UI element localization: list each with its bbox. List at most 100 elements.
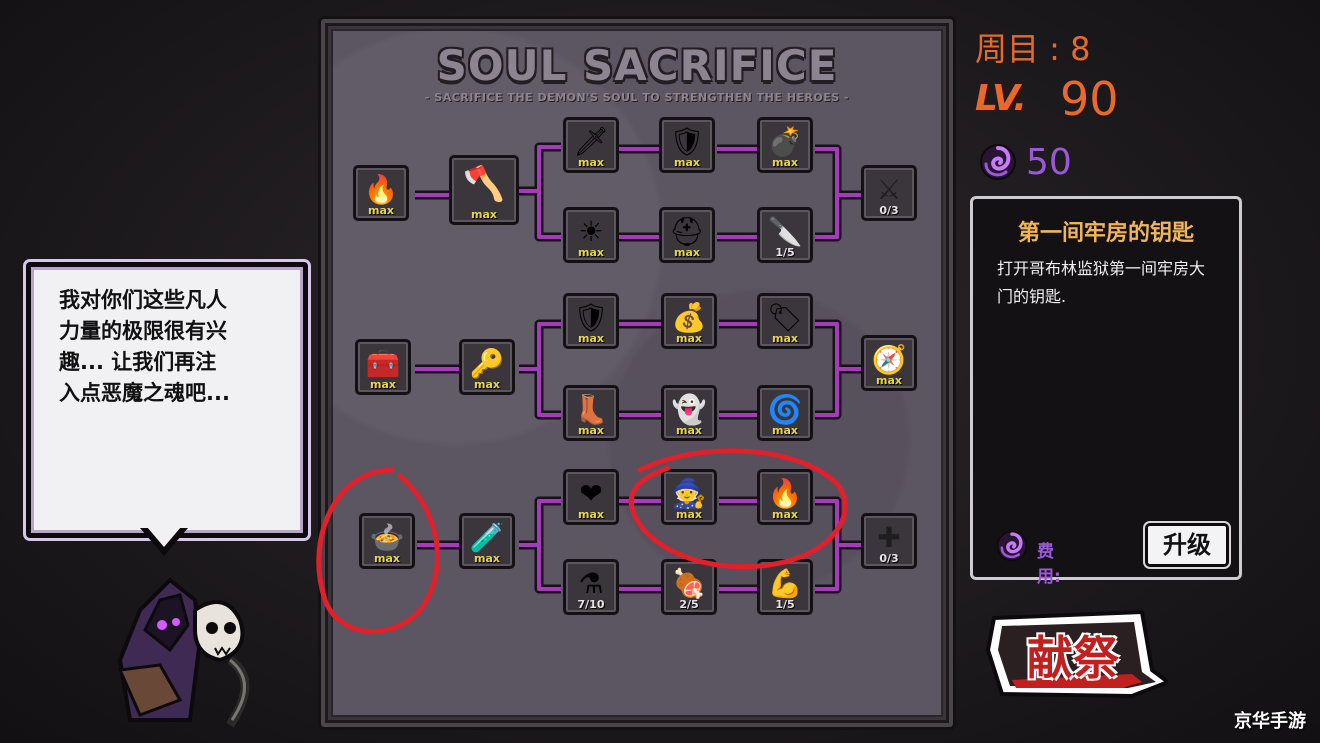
skill-node-compass[interactable]: 🧭 max bbox=[861, 335, 917, 391]
soul-sacrifice-board: SOUL SACRIFICE - SACRIFICE THE DEMON'S S… bbox=[318, 16, 956, 730]
cost-label: 费用: bbox=[1037, 542, 1061, 587]
anvil-icon: 🔥 bbox=[363, 173, 399, 206]
skill-node-hooded-figure[interactable]: 🧙 max bbox=[661, 469, 717, 525]
soul-count: 50 bbox=[1026, 142, 1072, 183]
speech-line: 入点恶魔之魂吧... bbox=[59, 381, 230, 405]
speech-line: 我对你们这些凡人 bbox=[59, 288, 227, 312]
compass-icon: 🧭 bbox=[871, 343, 907, 376]
chest-icon: 🧰 bbox=[365, 347, 401, 380]
golden-flame-icon: 🔥 bbox=[767, 477, 803, 510]
sun-up-icon: ☀ bbox=[578, 215, 604, 248]
skill-level: 2/5 bbox=[679, 598, 699, 611]
skill-level: max bbox=[674, 246, 700, 259]
arm-bandage-icon: 💪 bbox=[767, 567, 803, 600]
skill-node-helmet[interactable]: ⛑ max bbox=[659, 207, 715, 263]
skill-level: max bbox=[772, 156, 798, 169]
skill-level: max bbox=[471, 208, 497, 221]
watermark: 京华手游 bbox=[1234, 711, 1306, 732]
wand-icon: 🧪 bbox=[469, 521, 505, 554]
level-value: 90 bbox=[1060, 72, 1119, 126]
skill-node-golden-flame[interactable]: 🔥 max bbox=[757, 469, 813, 525]
bomb-icon: 💣 bbox=[767, 125, 803, 158]
skill-level: max bbox=[474, 552, 500, 565]
skill-node-axe[interactable]: 🪓 max bbox=[449, 155, 519, 225]
skill-level: max bbox=[772, 332, 798, 345]
upgrade-button[interactable]: 升级 bbox=[1145, 523, 1229, 567]
sword-up-icon: 🗡 bbox=[573, 125, 609, 158]
skill-level: 1/5 bbox=[775, 246, 795, 259]
axe-icon: 🪓 bbox=[462, 164, 506, 204]
treasure-icon: 💰 bbox=[671, 301, 707, 334]
skill-level: 0/3 bbox=[879, 204, 899, 217]
skill-level: max bbox=[578, 332, 604, 345]
skill-node-arm-bandage[interactable]: 💪 1/5 bbox=[757, 559, 813, 615]
skill-level: max bbox=[368, 204, 394, 217]
skill-level: max bbox=[578, 424, 604, 437]
skill-level: max bbox=[474, 378, 500, 391]
sacrifice-label: 献祭 bbox=[1027, 631, 1119, 685]
skill-level: max bbox=[578, 508, 604, 521]
skill-level: max bbox=[370, 378, 396, 391]
cost-row: 费用: bbox=[995, 529, 1061, 587]
skill-level: 0/3 bbox=[879, 552, 899, 565]
cauldron-icon: 🍲 bbox=[369, 521, 405, 554]
speech-text: 我对你们这些凡人 力量的极限很有兴 趣... 让我们再注 入点恶魔之魂吧... bbox=[59, 285, 279, 409]
key-icon: 🔑 bbox=[469, 347, 505, 380]
shield-up-icon: 🛡 bbox=[573, 301, 609, 334]
hooded-figure-icon: 🧙 bbox=[671, 477, 707, 510]
skill-node-shield-up[interactable]: 🛡 max bbox=[563, 293, 619, 349]
helmet-icon: ⛑ bbox=[669, 215, 705, 248]
item-title: 第一间牢房的钥匙 bbox=[1017, 221, 1194, 246]
skill-level: 1/5 bbox=[775, 598, 795, 611]
skill-node-ghost[interactable]: 👻 max bbox=[661, 385, 717, 441]
skill-level: 7/10 bbox=[577, 598, 605, 611]
level-prefix: LV. bbox=[975, 78, 1027, 119]
skill-level: max bbox=[374, 552, 400, 565]
skill-level: max bbox=[772, 508, 798, 521]
skill-node-winged-boot[interactable]: 👢 max bbox=[563, 385, 619, 441]
skill-node-treasure[interactable]: 💰 max bbox=[661, 293, 717, 349]
speech-bubble-tail-fill bbox=[147, 527, 181, 547]
demon-character bbox=[117, 577, 250, 728]
sale-icon: 🏷 bbox=[767, 301, 803, 334]
red-potion-icon: ⚗ bbox=[578, 567, 604, 600]
skill-node-sale[interactable]: 🏷 max bbox=[757, 293, 813, 349]
skill-node-dagger[interactable]: 🔪 1/5 bbox=[757, 207, 813, 263]
sacrifice-button[interactable]: 献祭 bbox=[982, 610, 1168, 700]
skill-node-key[interactable]: 🔑 max bbox=[459, 339, 515, 395]
skill-node-knight[interactable]: 🛡 max bbox=[659, 117, 715, 173]
skill-node-crossed-axes[interactable]: ⚔ 0/3 bbox=[861, 165, 917, 221]
dagger-icon: 🔪 bbox=[767, 215, 803, 248]
speech-line: 趣... 让我们再注 bbox=[59, 350, 217, 374]
item-info-panel: 第一间牢房的钥匙 打开哥布林监狱第一间牢房大门的钥匙. 费用: 升级 bbox=[970, 196, 1242, 587]
winged-boot-icon: 👢 bbox=[573, 393, 609, 426]
skill-level: max bbox=[578, 156, 604, 169]
crossed-axes-icon: ⚔ bbox=[876, 173, 902, 206]
soul-currency: 50 bbox=[978, 142, 1072, 186]
cross-icon: ✚ bbox=[877, 521, 901, 554]
knight-icon: 🛡 bbox=[669, 125, 705, 158]
skill-node-cross[interactable]: ✚ 0/3 bbox=[861, 513, 917, 569]
skill-level: max bbox=[674, 156, 700, 169]
skill-node-meat[interactable]: 🍖 2/5 bbox=[661, 559, 717, 615]
round-counter: 周目 : 8 bbox=[975, 30, 1091, 68]
heart-up-icon: ❤ bbox=[579, 477, 603, 510]
skill-node-heart-up[interactable]: ❤ max bbox=[563, 469, 619, 525]
skill-node-wand[interactable]: 🧪 max bbox=[459, 513, 515, 569]
skill-node-bomb[interactable]: 💣 max bbox=[757, 117, 813, 173]
skill-node-anvil[interactable]: 🔥 max bbox=[353, 165, 409, 221]
skill-node-red-potion[interactable]: ⚗ 7/10 bbox=[563, 559, 619, 615]
purple-swirl-icon: 🌀 bbox=[767, 393, 803, 426]
soul-swirl-icon bbox=[980, 144, 1016, 180]
skill-level: max bbox=[676, 508, 702, 521]
speech-bubble: 我对你们这些凡人 力量的极限很有兴 趣... 让我们再注 入点恶魔之魂吧... bbox=[26, 262, 308, 538]
skill-level: max bbox=[676, 424, 702, 437]
skill-node-purple-swirl[interactable]: 🌀 max bbox=[757, 385, 813, 441]
skill-node-chest[interactable]: 🧰 max bbox=[355, 339, 411, 395]
skill-tree-connectors bbox=[415, 142, 861, 594]
skill-node-sword-up[interactable]: 🗡 max bbox=[563, 117, 619, 173]
skill-level: max bbox=[676, 332, 702, 345]
skill-node-cauldron[interactable]: 🍲 max bbox=[359, 513, 415, 569]
skill-node-sun-up[interactable]: ☀ max bbox=[563, 207, 619, 263]
skill-level: max bbox=[876, 374, 902, 387]
